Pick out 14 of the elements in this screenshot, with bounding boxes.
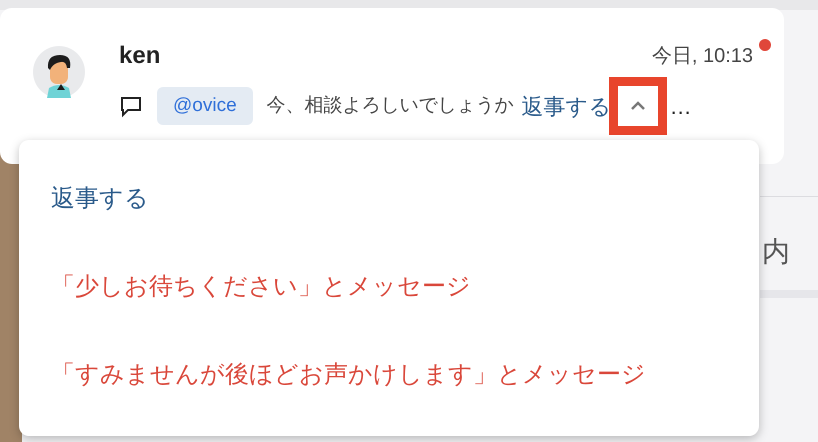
- avatar: [33, 46, 85, 98]
- menu-item[interactable]: 「すみませんが後ほどお声かけします」とメッセージ: [51, 354, 759, 396]
- reply-link[interactable]: 返事する: [522, 90, 612, 122]
- menu-item[interactable]: 「少しお待ちください」とメッセージ: [51, 266, 759, 308]
- menu-item[interactable]: 返事する: [51, 178, 759, 220]
- chevron-icon: [630, 101, 646, 111]
- background-text: 内: [762, 238, 790, 266]
- message-text: 今、相談よろしいでしょうか: [266, 94, 514, 118]
- overflow-text: …: [670, 92, 692, 120]
- timestamp: 今日, 10:13: [652, 44, 753, 69]
- section-band: [760, 290, 818, 298]
- comment-icon: [119, 94, 143, 118]
- mention-tag: @ovice: [157, 86, 253, 126]
- sender-name: ken: [119, 41, 160, 71]
